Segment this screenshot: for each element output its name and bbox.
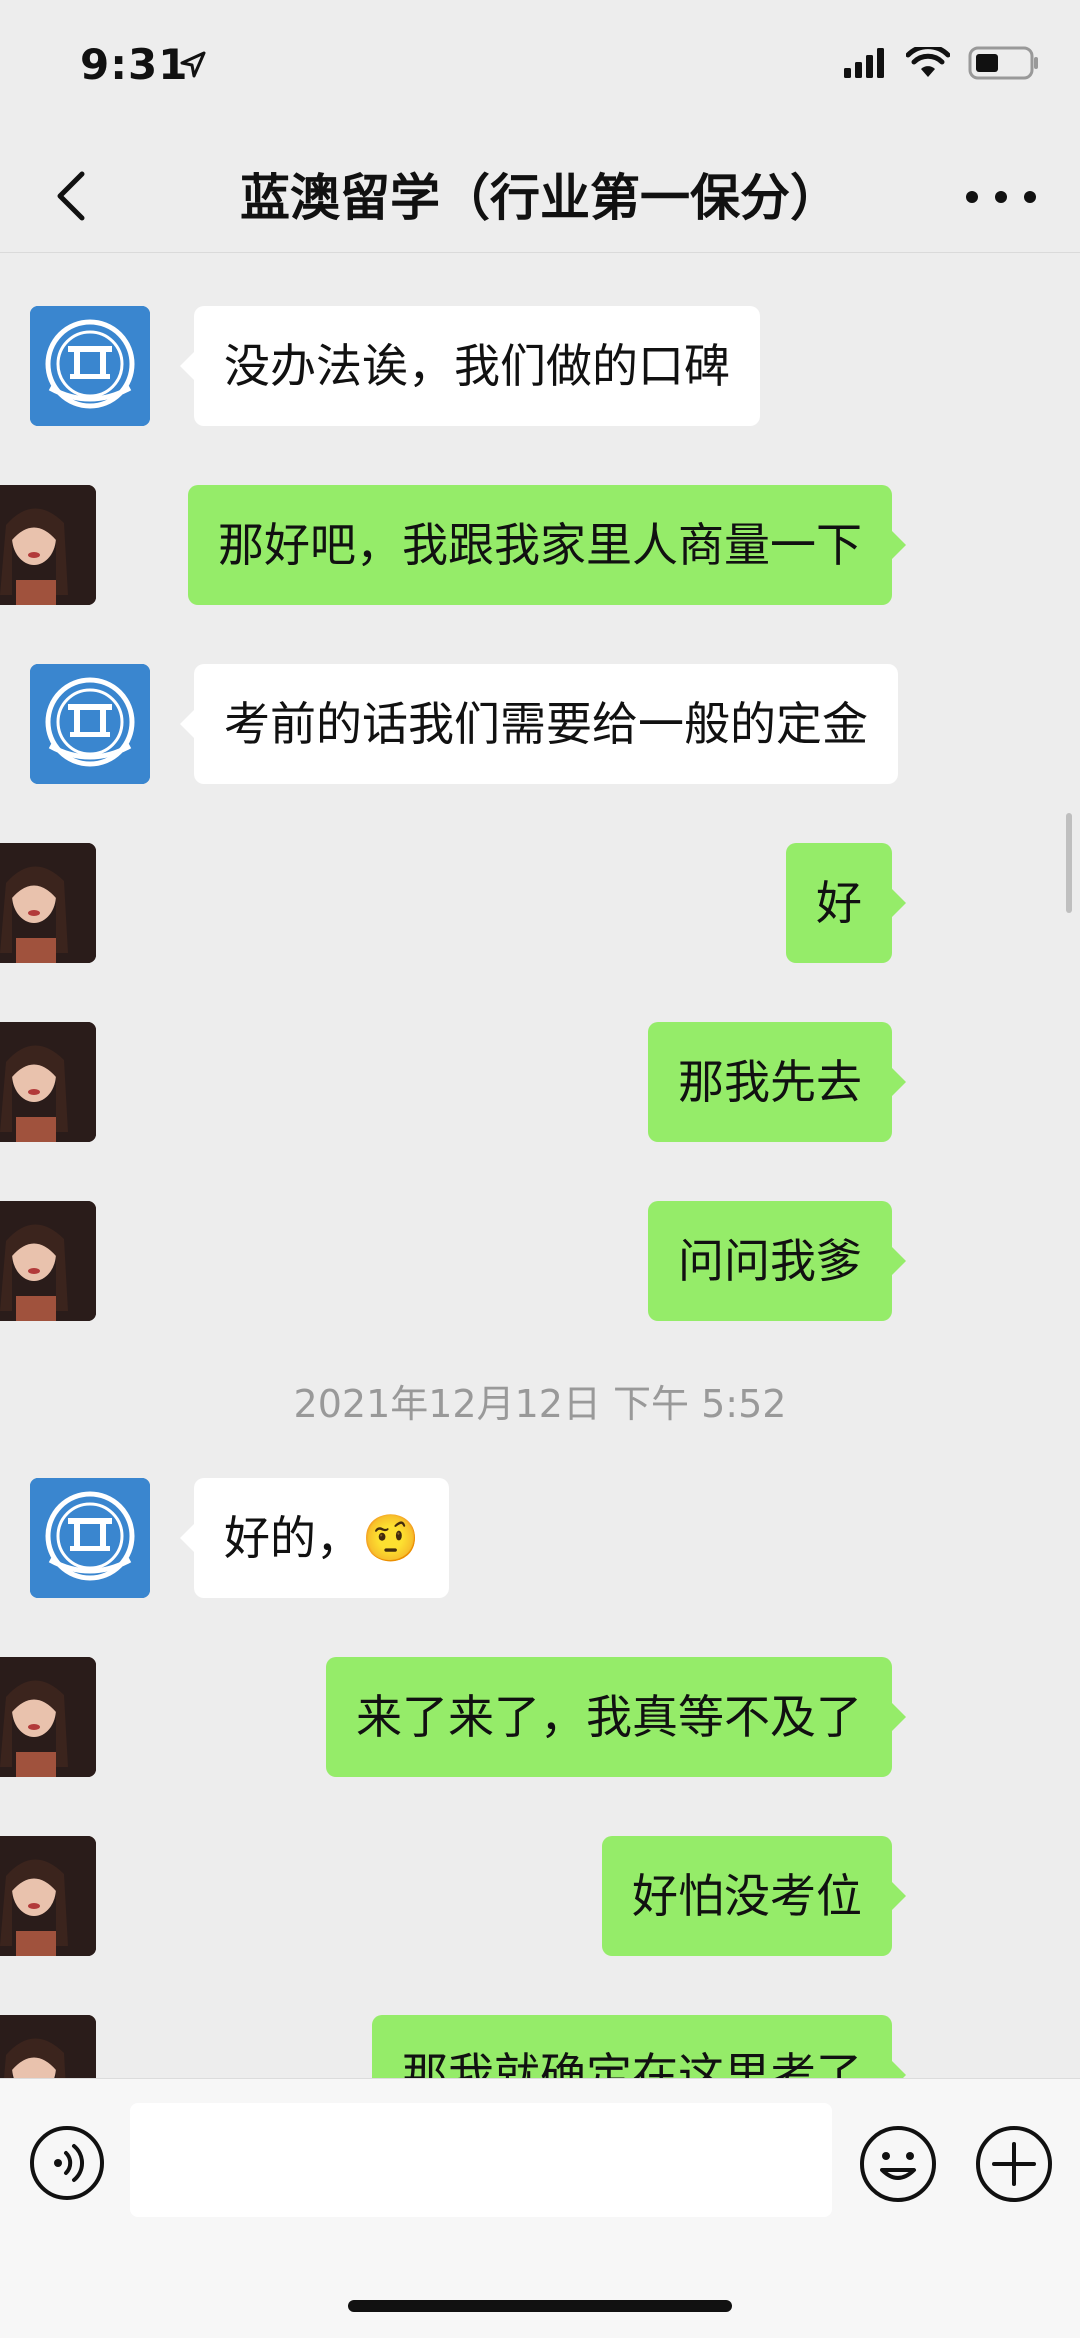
status-time: 9:31 [80, 40, 189, 89]
message-row: 好的，🤨 [30, 1478, 630, 1598]
battery-icon [968, 46, 1038, 80]
message-list[interactable]: 没办法诶，我们做的口碑 那好吧，我跟我家里人商量一下 考前的话我们需要给一般的定… [0, 253, 1080, 2078]
message-bubble[interactable]: 好 [786, 843, 906, 963]
wifi-icon [906, 47, 950, 77]
avatar[interactable] [30, 1478, 150, 1598]
message-row: 那好吧，我跟我家里人商量一下 [0, 485, 1080, 605]
signal-icon [844, 48, 884, 78]
message-bubble[interactable]: 没办法诶，我们做的口碑 [180, 306, 760, 426]
user-avatar-photo [0, 1201, 96, 1321]
message-bubble[interactable]: 那我就确定在这里考了 [372, 2015, 906, 2078]
user-avatar-photo [0, 843, 96, 963]
avatar[interactable] [0, 1022, 96, 1142]
user-avatar-photo [0, 1836, 96, 1956]
user-avatar-photo [0, 485, 96, 605]
message-bubble[interactable]: 好的，🤨 [179, 1478, 450, 1598]
message-bubble[interactable]: 考前的话我们需要给一般的定金 [180, 664, 898, 784]
avatar[interactable] [30, 664, 150, 784]
avatar[interactable] [0, 2015, 96, 2078]
message-bubble[interactable]: 那好吧，我跟我家里人商量一下 [188, 485, 906, 605]
avatar[interactable] [0, 1657, 96, 1777]
message-row: 那我先去 [0, 1022, 1080, 1142]
message-row: 来了来了，我真等不及了 [0, 1657, 1080, 1777]
message-row: 好怕没考位 [0, 1836, 1080, 1956]
plus-icon[interactable] [974, 2124, 1054, 2204]
avatar[interactable] [0, 843, 96, 963]
avatar[interactable] [0, 1836, 96, 1956]
message-bubble[interactable]: 那我先去 [648, 1022, 906, 1142]
message-bubble[interactable]: 来了来了，我真等不及了 [326, 1657, 906, 1777]
message-bubble[interactable]: 好怕没考位 [602, 1836, 906, 1956]
user-avatar-photo [0, 1657, 96, 1777]
emoji-icon[interactable] [858, 2124, 938, 2204]
message-bubble[interactable]: 问问我爹 [648, 1201, 906, 1321]
message-row: 考前的话我们需要给一般的定金 [30, 664, 930, 784]
chat-title: 蓝澳留学（行业第一保分） [240, 169, 840, 227]
message-row: 好 [0, 843, 1080, 963]
message-timestamp: 2021年12月12日 下午 5:52 [293, 1382, 787, 1426]
more-dots-icon[interactable] [966, 172, 1036, 222]
school-logo-icon [30, 664, 150, 784]
avatar[interactable] [0, 485, 96, 605]
scrollbar[interactable] [1066, 813, 1072, 913]
user-avatar-photo [0, 2015, 96, 2078]
school-logo-icon [30, 1478, 150, 1598]
message-text: 好的， [224, 1511, 362, 1565]
message-row: 那我就确定在这里考了 [0, 2015, 1080, 2078]
user-avatar-photo [0, 1022, 96, 1142]
message-input[interactable] [130, 2103, 832, 2217]
voice-icon[interactable] [28, 2124, 106, 2202]
school-logo-icon [30, 306, 150, 426]
raised-eyebrow-emoji: 🤨 [362, 1511, 420, 1565]
location-arrow-icon [180, 51, 206, 78]
avatar[interactable] [30, 306, 150, 426]
status-bar: 9:31 [0, 0, 1080, 140]
input-bar [0, 2078, 1080, 2338]
message-row: 问问我爹 [0, 1201, 1080, 1321]
home-indicator[interactable] [348, 2300, 732, 2312]
message-row: 没办法诶，我们做的口碑 [30, 306, 790, 426]
chat-header: 蓝澳留学（行业第一保分） [0, 140, 1080, 253]
avatar[interactable] [0, 1201, 96, 1321]
